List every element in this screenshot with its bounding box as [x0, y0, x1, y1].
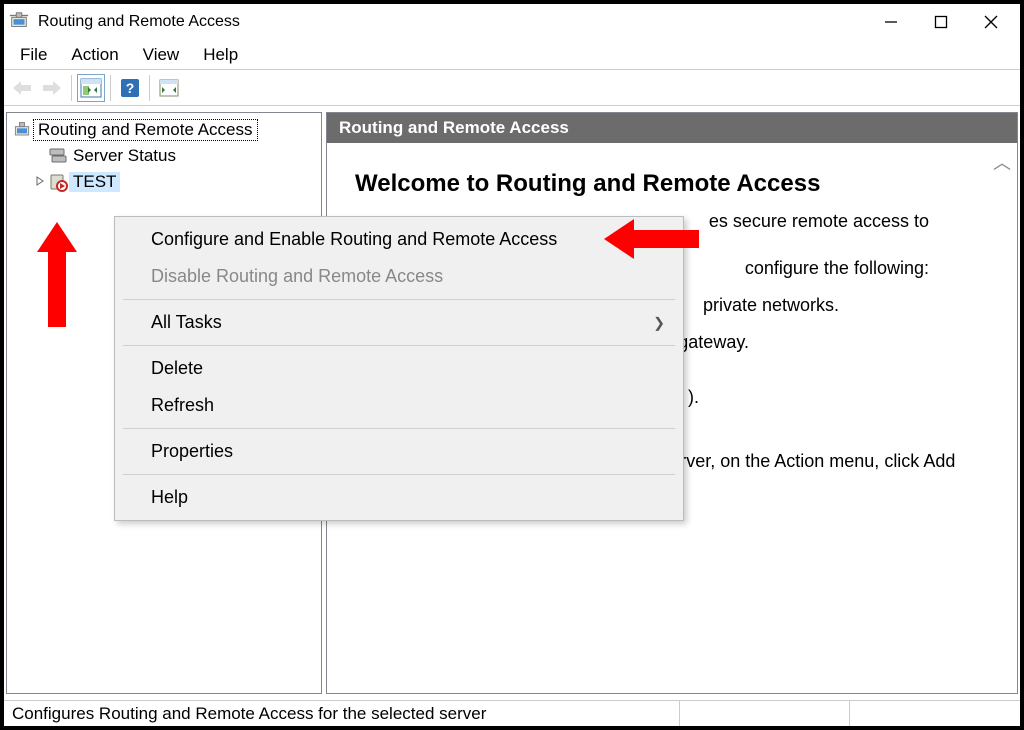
ctx-configure-enable[interactable]: Configure and Enable Routing and Remote …: [115, 221, 683, 258]
tree-root-node[interactable]: Routing and Remote Access: [9, 117, 319, 143]
help-button[interactable]: ?: [116, 74, 144, 102]
expand-icon[interactable]: [33, 175, 47, 189]
ctx-refresh[interactable]: Refresh: [115, 387, 683, 424]
nav-back-button: [8, 74, 36, 102]
menu-help[interactable]: Help: [191, 41, 250, 69]
annotation-arrow-right: [604, 214, 704, 264]
title-bar: Routing and Remote Access: [4, 4, 1020, 40]
menu-file[interactable]: File: [8, 41, 59, 69]
ctx-help[interactable]: Help: [115, 479, 683, 516]
minimize-button[interactable]: [866, 7, 916, 37]
scroll-up-icon[interactable]: ︿: [993, 149, 1011, 175]
toolbar-divider: [71, 75, 72, 101]
ctx-separator: [123, 428, 675, 429]
ctx-all-tasks-label: All Tasks: [151, 312, 222, 332]
window-title: Routing and Remote Access: [38, 13, 866, 31]
close-button[interactable]: [966, 7, 1016, 37]
menu-action[interactable]: Action: [59, 41, 130, 69]
ctx-all-tasks[interactable]: All Tasks ❯: [115, 304, 683, 341]
ctx-separator: [123, 299, 675, 300]
tree-server-status-label: Server Status: [69, 146, 180, 166]
menu-view[interactable]: View: [131, 41, 192, 69]
status-cell-3: [850, 701, 1020, 726]
status-bar: Configures Routing and Remote Access for…: [4, 700, 1020, 726]
ctx-separator: [123, 474, 675, 475]
nav-forward-button: [38, 74, 66, 102]
svg-text:?: ?: [126, 80, 135, 96]
ctx-properties[interactable]: Properties: [115, 433, 683, 470]
toolbar-divider: [149, 75, 150, 101]
annotation-arrow-up: [32, 222, 82, 332]
content-header: Routing and Remote Access: [327, 113, 1017, 143]
status-text: Configures Routing and Remote Access for…: [4, 701, 680, 726]
tree-server-label: TEST: [69, 172, 120, 192]
tree-server-node[interactable]: TEST: [31, 169, 319, 195]
maximize-button[interactable]: [916, 7, 966, 37]
status-cell-2: [680, 701, 850, 726]
ctx-separator: [123, 345, 675, 346]
app-icon: [8, 10, 32, 34]
chevron-right-icon: ❯: [653, 314, 665, 331]
content-heading: Welcome to Routing and Remote Access: [355, 165, 989, 203]
menu-bar: File Action View Help: [4, 40, 1020, 70]
server-stopped-icon: [47, 172, 69, 192]
context-menu: Configure and Enable Routing and Remote …: [114, 216, 684, 521]
tree-root-label: Routing and Remote Access: [33, 119, 258, 141]
app-icon: [11, 120, 33, 140]
toolbar: ?: [4, 70, 1020, 106]
properties-button[interactable]: [155, 74, 183, 102]
toolbar-divider: [110, 75, 111, 101]
tree-server-status-node[interactable]: Server Status: [31, 143, 319, 169]
ctx-delete[interactable]: Delete: [115, 350, 683, 387]
show-hide-tree-button[interactable]: [77, 74, 105, 102]
ctx-disable: Disable Routing and Remote Access: [115, 258, 683, 295]
server-status-icon: [47, 146, 69, 166]
